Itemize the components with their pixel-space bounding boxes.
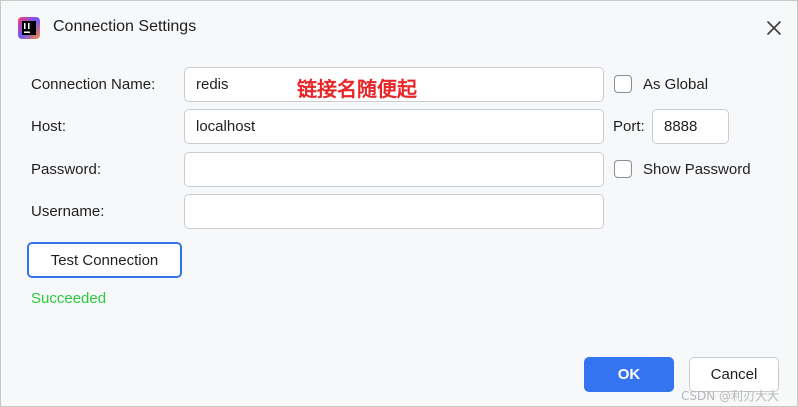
annotation-note: 链接名随便起 — [297, 77, 417, 101]
close-icon — [767, 21, 781, 35]
show-password-label: Show Password — [643, 161, 751, 178]
close-button[interactable] — [763, 17, 785, 39]
show-password-checkbox[interactable] — [614, 160, 632, 178]
password-label: Password: — [31, 161, 102, 178]
connection-status: Succeeded — [31, 290, 107, 307]
connection-name-label: Connection Name: — [31, 76, 156, 93]
username-label: Username: — [31, 203, 105, 220]
port-input[interactable] — [652, 109, 729, 144]
dialog-title: Connection Settings — [53, 18, 197, 35]
title-bar: Connection Settings — [1, 1, 797, 55]
as-global-checkbox[interactable] — [614, 75, 632, 93]
watermark: CSDN @利刃大大 — [681, 389, 780, 403]
port-label: Port: — [613, 118, 645, 135]
as-global-label: As Global — [643, 76, 709, 93]
username-input[interactable] — [184, 194, 604, 229]
host-input[interactable] — [184, 109, 604, 144]
ok-button[interactable]: OK — [584, 357, 674, 392]
test-connection-button[interactable]: Test Connection — [27, 242, 182, 278]
password-input[interactable] — [184, 152, 604, 187]
host-label: Host: — [31, 118, 67, 135]
intellij-idea-icon — [18, 17, 40, 39]
connection-settings-dialog: Connection Settings Connection Name: 链接名… — [0, 0, 798, 407]
